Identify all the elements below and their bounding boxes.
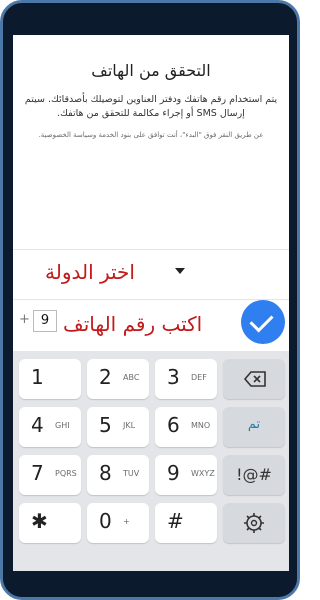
country-code-field[interactable]: 9 [33,310,57,332]
key-digit: 6 [167,413,180,437]
check-icon [249,308,274,333]
key-1[interactable]: 1 [19,359,81,399]
numeric-keypad: 1 2 ABC 3 DEF 4 GHI 5 JKL 6 MNO تم 7 PQR… [13,351,289,571]
key-digit: # [167,509,184,533]
done-button[interactable]: تم [223,407,285,447]
key-7[interactable]: 7 PQRS [19,455,81,495]
gear-icon [244,513,264,533]
key-letters: ABC [123,373,140,382]
key-8[interactable]: 8 TUV [87,455,149,495]
dropdown-arrow-icon[interactable] [175,268,185,274]
key-2[interactable]: 2 ABC [87,359,149,399]
bottom-frame [3,571,297,597]
backspace-icon [243,371,266,387]
key-letters: TUV [123,469,140,478]
submit-button[interactable] [241,300,285,344]
done-label: تم [247,417,261,432]
key-hash[interactable]: # [155,503,217,543]
key-star[interactable]: ✱ [19,503,81,543]
key-digit: 2 [99,365,112,389]
terms-text[interactable]: عن طريق النقر فوق "البدء"، أنت توافق على… [17,131,285,139]
key-4[interactable]: 4 GHI [19,407,81,447]
key-3[interactable]: 3 DEF [155,359,217,399]
phone-number-input[interactable]: اكتب رقم الهاتف [63,312,202,336]
symbols-button[interactable]: !@# [223,455,285,495]
plus-sign: + [19,312,30,327]
phone-frame: التحقق من الهاتف يتم استخدام رقم هاتفك و… [0,0,300,600]
key-letters: + [123,517,130,526]
key-digit: 1 [31,365,44,389]
key-letters: JKL [123,421,136,430]
key-digit: 4 [31,413,44,437]
key-5[interactable]: 5 JKL [87,407,149,447]
country-selector[interactable]: اختر الدولة [13,249,289,300]
settings-button[interactable] [223,503,285,543]
verify-screen: التحقق من الهاتف يتم استخدام رقم هاتفك و… [13,35,289,571]
key-6[interactable]: 6 MNO [155,407,217,447]
key-digit: 8 [99,461,112,485]
key-digit: ✱ [31,509,48,533]
key-digit: 0 [99,509,112,533]
key-digit: 9 [167,461,180,485]
page-title: التحقق من الهاتف [91,61,211,80]
key-9[interactable]: 9 WXYZ [155,455,217,495]
backspace-button[interactable] [223,359,285,399]
description-text: يتم استخدام رقم هاتفك ودفتر العناوين لتو… [24,94,278,119]
key-letters: DEF [191,373,207,382]
key-0[interactable]: 0 + [87,503,149,543]
key-digit: 3 [167,365,180,389]
symbols-label: !@# [236,465,272,484]
key-letters: MNO [191,421,211,430]
country-label: اختر الدولة [45,260,135,284]
key-digit: 7 [31,461,44,485]
key-letters: WXYZ [191,469,215,478]
key-letters: PQRS [55,469,77,478]
key-digit: 5 [99,413,112,437]
phone-entry-row: + 9 اكتب رقم الهاتف [13,299,289,356]
key-letters: GHI [55,421,70,430]
